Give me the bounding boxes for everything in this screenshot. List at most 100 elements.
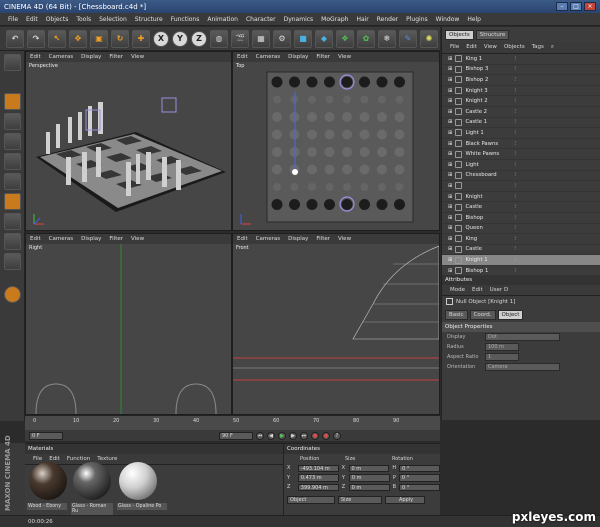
viewport-menu-display[interactable]: Display: [288, 236, 308, 242]
current-frame-field[interactable]: 0 F: [29, 431, 63, 440]
use-polygons-icon[interactable]: [4, 213, 21, 230]
materials-menu-edit[interactable]: Edit: [49, 456, 60, 462]
expand-icon[interactable]: ⊞: [448, 56, 452, 62]
end-frame-field[interactable]: 90 F: [219, 431, 253, 440]
viewport-menu-cameras[interactable]: Cameras: [256, 54, 280, 60]
tab-objects[interactable]: Objects: [445, 30, 474, 40]
size-z-input[interactable]: 0 m: [348, 483, 390, 491]
viewport-menu-view[interactable]: View: [131, 236, 144, 242]
tab-coord[interactable]: Coord.: [469, 310, 496, 320]
menu-mograph[interactable]: MoGraph: [321, 16, 348, 23]
go-to-end-icon[interactable]: ⏭: [300, 431, 308, 440]
viewport-menu-edit[interactable]: Edit: [237, 236, 248, 242]
objects-menu-view[interactable]: View: [484, 44, 497, 51]
object-list-item[interactable]: ⊞ Chessboard ⁝: [442, 171, 600, 182]
object-list-item[interactable]: ⊞ Bishop ⁝: [442, 213, 600, 224]
world-coordinates-icon[interactable]: ◍: [210, 29, 228, 48]
coordinate-mode-dropdown[interactable]: Object: [287, 496, 335, 504]
viewport-menu-view[interactable]: View: [338, 54, 351, 60]
object-list-item[interactable]: ⊞ King ⁝: [442, 234, 600, 245]
search-icon[interactable]: ⌕: [551, 44, 554, 51]
particle-icon[interactable]: ❄: [378, 29, 396, 48]
materials-menu-file[interactable]: File: [33, 456, 42, 462]
object-list-item[interactable]: ⊞ Knight 3 ⁝: [442, 86, 600, 97]
viewport-right[interactable]: Edit Cameras Display Filter View Right: [25, 233, 232, 415]
object-list-item[interactable]: ⊞ Castle 1 ⁝: [442, 118, 600, 129]
visibility-dots-icon[interactable]: ⁝: [514, 151, 516, 157]
size-y-input[interactable]: 0 m: [348, 474, 390, 482]
expand-icon[interactable]: ⊞: [448, 162, 452, 168]
redo-icon[interactable]: ↷: [27, 29, 45, 48]
objects-menu-file[interactable]: File: [450, 44, 459, 51]
expand-icon[interactable]: ⊞: [448, 151, 452, 157]
light-icon[interactable]: ✺: [420, 29, 438, 48]
keyframe-selection-icon[interactable]: ?: [333, 431, 341, 440]
viewport-menu-view[interactable]: View: [338, 236, 351, 242]
menu-selection[interactable]: Selection: [99, 16, 127, 23]
array-icon[interactable]: ❖: [336, 29, 354, 48]
viewport-perspective[interactable]: Edit Cameras Display Filter View Perspec…: [25, 51, 232, 231]
scale-icon[interactable]: ▣: [90, 29, 108, 48]
visibility-dots-icon[interactable]: ⁝: [514, 204, 516, 210]
viewport-top[interactable]: Edit Cameras Display Filter View Top: [232, 51, 440, 231]
viewport-menu-edit[interactable]: Edit: [30, 54, 41, 60]
render-view-icon[interactable]: 🎬: [231, 29, 249, 48]
expand-icon[interactable]: ⊞: [448, 66, 452, 72]
menu-plugins[interactable]: Plugins: [406, 16, 428, 23]
viewport-menu-filter[interactable]: Filter: [316, 54, 330, 60]
rotation-p-input[interactable]: 0 °: [398, 474, 441, 482]
expand-icon[interactable]: ⊞: [448, 257, 452, 263]
menu-edit[interactable]: Edit: [26, 16, 38, 23]
next-key-icon[interactable]: ▶: [289, 431, 297, 440]
minimize-icon[interactable]: –: [556, 2, 568, 11]
menu-hair[interactable]: Hair: [356, 16, 368, 23]
expand-icon[interactable]: ⊞: [448, 98, 452, 104]
tab-object[interactable]: Object: [497, 310, 524, 320]
recent-tools-icon[interactable]: ✚: [132, 29, 150, 48]
rotation-b-input[interactable]: 0 °: [399, 483, 441, 491]
expand-icon[interactable]: ⊞: [448, 77, 452, 83]
size-mode-dropdown[interactable]: Size: [338, 496, 382, 504]
nurbs-icon[interactable]: ◆: [315, 29, 333, 48]
viewport-menu-filter[interactable]: Filter: [109, 54, 123, 60]
viewport-menu-cameras[interactable]: Cameras: [256, 236, 280, 242]
visibility-dots-icon[interactable]: ⁝: [514, 88, 516, 94]
use-texture-icon[interactable]: [4, 133, 21, 150]
apply-button[interactable]: Apply: [385, 496, 425, 504]
tab-basic[interactable]: Basic: [445, 310, 468, 320]
record-icon[interactable]: ●: [311, 431, 319, 440]
viewport-front[interactable]: Edit Cameras Display Filter View Front: [232, 233, 440, 415]
visibility-dots-icon[interactable]: ⁝: [514, 172, 516, 178]
objects-menu-tags[interactable]: Tags: [532, 44, 544, 51]
menu-character[interactable]: Character: [246, 16, 276, 23]
timeline[interactable]: 0 10 20 30 40 50 60 70 80 90: [25, 415, 440, 430]
viewport-menu-display[interactable]: Display: [81, 54, 101, 60]
visibility-dots-icon[interactable]: ⁝: [514, 194, 516, 200]
orientation-dropdown[interactable]: Camera: [485, 363, 560, 371]
position-x-input[interactable]: -493.104 m: [297, 464, 339, 472]
object-list-item[interactable]: ⊞ Knight 1 ⁝: [442, 255, 600, 266]
visibility-dots-icon[interactable]: ⁝: [514, 119, 516, 125]
menu-render[interactable]: Render: [377, 16, 398, 23]
menu-dynamics[interactable]: Dynamics: [284, 16, 314, 23]
viewport-menu-display[interactable]: Display: [81, 236, 101, 242]
visibility-dots-icon[interactable]: ⁝: [514, 66, 516, 72]
object-list-item[interactable]: ⊞ King 1 ⁝: [442, 54, 600, 65]
expand-icon[interactable]: ⊞: [448, 183, 452, 189]
expand-icon[interactable]: ⊞: [448, 194, 452, 200]
aspect-ratio-input[interactable]: 1: [485, 353, 519, 361]
visibility-dots-icon[interactable]: ⁝: [514, 236, 516, 242]
use-edges-icon[interactable]: [4, 193, 21, 210]
object-list-item[interactable]: ⊞ Bishop 3 ⁝: [442, 65, 600, 76]
materials-menu-function[interactable]: Function: [67, 456, 90, 462]
materials-menu-texture[interactable]: Texture: [97, 456, 117, 462]
expand-icon[interactable]: ⊞: [448, 119, 452, 125]
object-list-item[interactable]: ⊞ Castle 2 ⁝: [442, 107, 600, 118]
viewport-menu-edit[interactable]: Edit: [237, 54, 248, 60]
viewport-menu-display[interactable]: Display: [288, 54, 308, 60]
expand-icon[interactable]: ⊞: [448, 225, 452, 231]
expand-icon[interactable]: ⊞: [448, 236, 452, 242]
menu-file[interactable]: File: [8, 16, 18, 23]
play-icon[interactable]: ▶: [278, 431, 286, 440]
material-swatch-glass-roman[interactable]: [73, 462, 111, 500]
